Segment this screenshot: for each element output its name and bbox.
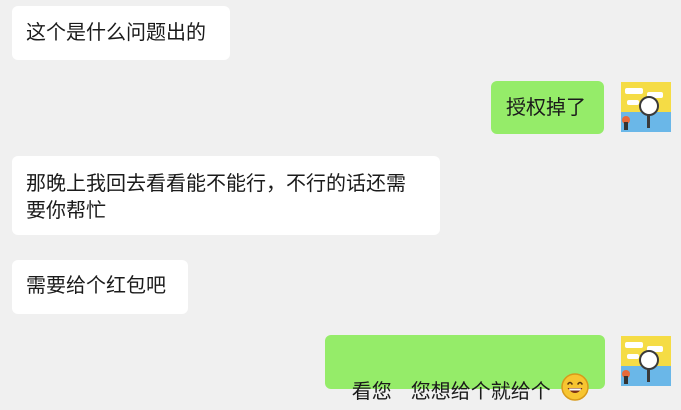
message-bubble-outgoing[interactable]: 看您 您想给个就给个 (325, 335, 605, 403)
avatar[interactable] (621, 336, 671, 386)
message-text: 需要给个红包吧 (26, 273, 166, 297)
message-text: 授权掉了 (506, 95, 586, 119)
message-bubble-incoming[interactable]: 那晚上我回去看看能不能行，不行的话还需 要你帮忙 (12, 156, 440, 235)
magnifier-cartoon-avatar-icon (621, 82, 671, 132)
message-text-line: 要你帮忙 (26, 198, 106, 222)
message-text: 看您 您想给个就给个 (351, 379, 551, 403)
magnifier-cartoon-avatar-icon (621, 336, 671, 386)
message-bubble-incoming[interactable]: 需要给个红包吧 (12, 260, 188, 314)
message-bubble-incoming[interactable]: 这个是什么问题出的 (12, 6, 230, 60)
avatar[interactable] (621, 82, 671, 132)
message-text-line: 那晚上我回去看看能不能行，不行的话还需 (26, 171, 406, 195)
message-bubble-outgoing[interactable]: 授权掉了 (491, 81, 604, 134)
grinning-face-emoji-icon (561, 373, 589, 408)
message-text: 这个是什么问题出的 (26, 20, 206, 44)
